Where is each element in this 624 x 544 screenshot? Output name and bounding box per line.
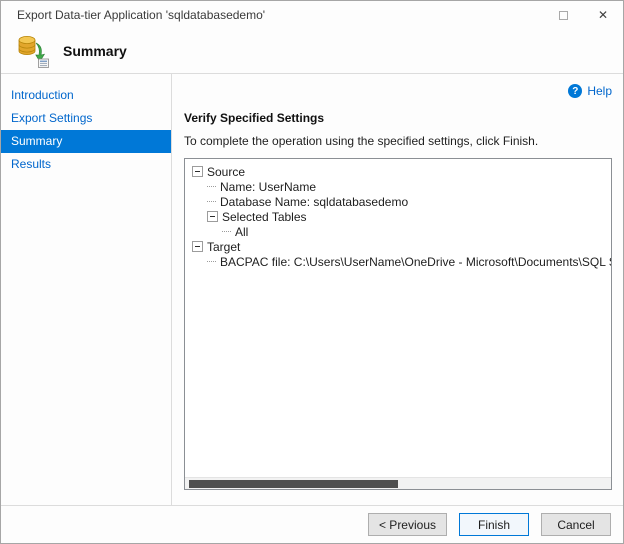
- tree-connector: [207, 186, 216, 187]
- tree-connector: [222, 231, 231, 232]
- tree-node-source[interactable]: Source: [192, 164, 611, 179]
- export-data-tier-dialog: Export Data-tier Application 'sqldatabas…: [0, 0, 624, 544]
- maximize-button[interactable]: [543, 1, 583, 29]
- summary-tree-panel: Source Name: UserName Database Name: sql…: [184, 158, 612, 490]
- wizard-steps-sidebar: Introduction Export Settings Summary Res…: [1, 74, 171, 505]
- page-title: Summary: [63, 43, 127, 59]
- collapse-icon[interactable]: [192, 241, 203, 252]
- export-database-icon: [15, 33, 51, 69]
- sidebar-item-summary[interactable]: Summary: [1, 130, 171, 153]
- window-controls: ✕: [543, 1, 623, 29]
- help-icon: ?: [568, 84, 582, 98]
- previous-button[interactable]: < Previous: [368, 513, 447, 536]
- horizontal-scrollbar[interactable]: [185, 477, 611, 489]
- maximize-icon: [559, 11, 568, 20]
- tree-node-selected-tables[interactable]: Selected Tables: [207, 209, 611, 224]
- close-icon: ✕: [598, 9, 608, 21]
- close-button[interactable]: ✕: [583, 1, 623, 29]
- sidebar-item-label: Export Settings: [11, 111, 92, 125]
- help-label: Help: [587, 84, 612, 98]
- title-bar: Export Data-tier Application 'sqldatabas…: [1, 1, 623, 29]
- wizard-header: Summary: [1, 29, 623, 73]
- sidebar-item-results[interactable]: Results: [1, 153, 171, 176]
- tree-node-label: Source: [207, 165, 245, 179]
- tree-node-label: All: [235, 225, 248, 239]
- tree-node-bacpac-file[interactable]: BACPAC file: C:\Users\UserName\OneDrive …: [207, 254, 611, 269]
- window-title: Export Data-tier Application 'sqldatabas…: [17, 8, 265, 22]
- tree-connector: [207, 261, 216, 262]
- tree-node-label: Name: UserName: [220, 180, 316, 194]
- tree-node-name[interactable]: Name: UserName: [207, 179, 611, 194]
- tree-connector: [207, 201, 216, 202]
- tree-node-label: Selected Tables: [222, 210, 307, 224]
- cancel-button[interactable]: Cancel: [541, 513, 611, 536]
- help-link[interactable]: ? Help: [184, 74, 612, 99]
- summary-tree: Source Name: UserName Database Name: sql…: [185, 159, 611, 269]
- sidebar-item-label: Introduction: [11, 88, 74, 102]
- horizontal-scrollbar-thumb[interactable]: [189, 480, 398, 488]
- tree-node-all[interactable]: All: [222, 224, 611, 239]
- tree-node-target[interactable]: Target: [192, 239, 611, 254]
- summary-pane: ? Help Verify Specified Settings To comp…: [171, 74, 623, 505]
- sidebar-item-label: Results: [11, 157, 51, 171]
- collapse-icon[interactable]: [207, 211, 218, 222]
- sidebar-item-introduction[interactable]: Introduction: [1, 84, 171, 107]
- tree-node-label: Database Name: sqldatabasedemo: [220, 195, 408, 209]
- sidebar-item-label: Summary: [11, 134, 62, 148]
- finish-button[interactable]: Finish: [459, 513, 529, 536]
- instruction-text: To complete the operation using the spec…: [184, 134, 612, 148]
- wizard-body: Introduction Export Settings Summary Res…: [1, 73, 623, 505]
- wizard-footer: < Previous Finish Cancel: [1, 505, 623, 543]
- tree-node-database-name[interactable]: Database Name: sqldatabasedemo: [207, 194, 611, 209]
- tree-node-label: BACPAC file: C:\Users\UserName\OneDrive …: [220, 255, 612, 269]
- tree-node-label: Target: [207, 240, 240, 254]
- sidebar-item-export-settings[interactable]: Export Settings: [1, 107, 171, 130]
- verify-settings-heading: Verify Specified Settings: [184, 111, 612, 125]
- collapse-icon[interactable]: [192, 166, 203, 177]
